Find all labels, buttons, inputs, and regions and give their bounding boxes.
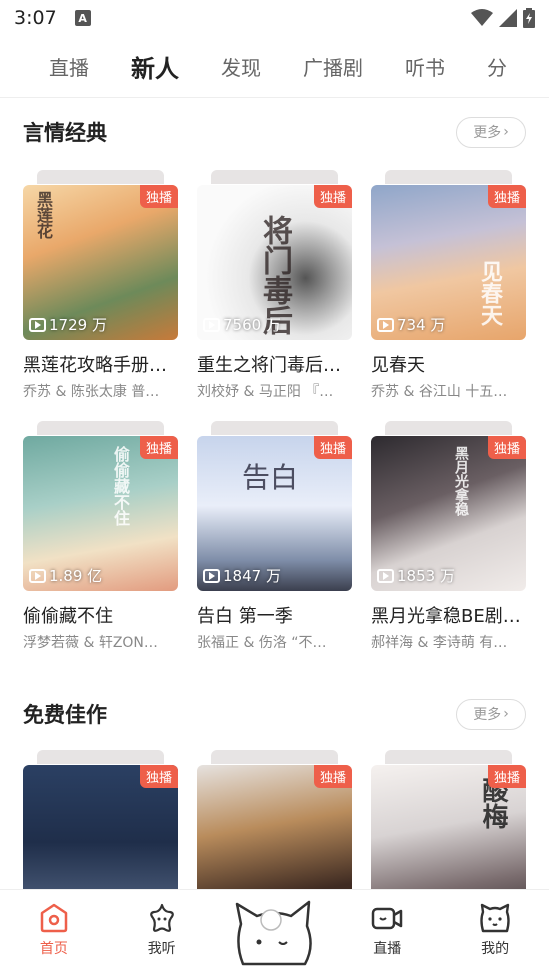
section-header-free: 免费佳作 更多 › — [0, 680, 549, 748]
drama-card[interactable]: 偷偷藏不住 独播 1.89 亿 偷偷藏不住 浮梦若薇 & 轩ZON… — [23, 421, 178, 652]
play-icon — [377, 568, 394, 583]
drama-card[interactable]: 见春天 独播 734 万 见春天 乔苏 & 谷江山 十五… — [371, 170, 526, 401]
star-icon — [149, 903, 174, 932]
cover-stack — [385, 750, 512, 764]
more-button[interactable]: 更多 › — [456, 698, 526, 730]
nav-live[interactable]: 直播 — [347, 902, 427, 958]
play-count-value: 1847 万 — [223, 567, 281, 585]
play-count: 7560 万 — [203, 314, 281, 335]
play-icon — [203, 317, 220, 332]
exclusive-badge: 独播 — [313, 765, 352, 788]
nav-label: 首页 — [39, 941, 68, 957]
home-icon — [40, 903, 68, 933]
card-subtitle: 张福正 & 伤洛 “不… — [197, 635, 327, 651]
exclusive-badge: 独播 — [487, 436, 526, 459]
more-button[interactable]: 更多 › — [456, 116, 526, 148]
more-label: 更多 — [473, 707, 502, 723]
battery-icon — [523, 8, 535, 28]
cover-stack — [385, 421, 512, 435]
cat-face-icon — [480, 903, 510, 933]
drama-card[interactable]: 告白 独播 1847 万 告白 第一季 张福正 & 伤洛 “不… — [197, 421, 352, 652]
section-header-romance: 言情经典 更多 › — [0, 98, 549, 166]
exclusive-badge: 独播 — [313, 185, 352, 208]
tab-radio-drama[interactable]: 广播剧 — [282, 52, 384, 81]
cover-stack — [37, 170, 164, 184]
play-icon — [203, 568, 220, 583]
cover-art-title: 偷偷藏不住 — [111, 446, 130, 526]
cat-mascot-icon — [236, 900, 313, 966]
drama-card[interactable]: 黑莲花 独播 1729 万 黑莲花攻略手册… 乔苏 & 陈张太康 普… — [23, 170, 178, 401]
cover-stack — [211, 750, 338, 764]
romance-grid: 黑莲花 独播 1729 万 黑莲花攻略手册… 乔苏 & 陈张太康 普… 将门毒后… — [0, 170, 549, 652]
nav-center-mascot[interactable] — [229, 894, 319, 969]
cover-art-title: 黑莲花 — [34, 191, 53, 239]
cover-art-title: 告白 — [242, 461, 299, 494]
exclusive-badge: 独播 — [487, 185, 526, 208]
nav-label: 我听 — [147, 941, 176, 957]
notification-a-icon: A — [74, 10, 91, 26]
card-subtitle: 刘校妤 & 马正阳 『… — [197, 384, 334, 400]
play-count: 734 万 — [377, 314, 445, 335]
exclusive-badge: 独播 — [487, 765, 526, 788]
cover-art-title: 见春天 — [477, 260, 503, 326]
nav-label: 直播 — [373, 941, 402, 957]
cover-stack — [37, 421, 164, 435]
tab-newcomer[interactable]: 新人 — [110, 49, 200, 84]
signal-icon — [499, 9, 517, 27]
card-title: 见春天 — [371, 355, 425, 376]
section-title: 言情经典 — [23, 121, 107, 145]
bottom-navigation: 首页 我听 直播 我的 — [0, 889, 549, 976]
play-icon — [29, 317, 46, 332]
section-title: 免费佳作 — [23, 703, 107, 727]
chevron-right-icon: › — [503, 706, 509, 722]
card-title: 重生之将门毒后… — [197, 355, 341, 376]
status-time: 3:07 — [14, 7, 57, 29]
play-count-value: 1853 万 — [397, 567, 455, 585]
play-count-value: 7560 万 — [223, 316, 281, 334]
drama-card[interactable]: 将门毒后 独播 7560 万 重生之将门毒后… 刘校妤 & 马正阳 『… — [197, 170, 352, 401]
nav-listen[interactable]: 我听 — [122, 902, 202, 958]
cover-stack — [385, 170, 512, 184]
nav-label: 我的 — [481, 941, 510, 957]
card-subtitle: 浮梦若薇 & 轩ZON… — [23, 635, 158, 651]
play-count: 1847 万 — [203, 565, 281, 586]
play-count-value: 734 万 — [397, 316, 446, 334]
play-count-value: 1729 万 — [49, 316, 107, 334]
play-icon — [377, 317, 394, 332]
card-subtitle: 郝祥海 & 李诗萌 有… — [371, 635, 508, 651]
tab-discover[interactable]: 发现 — [200, 52, 282, 81]
video-camera-icon — [372, 907, 403, 930]
exclusive-badge: 独播 — [313, 436, 352, 459]
card-title: 偷偷藏不住 — [23, 606, 113, 627]
cover-art-title: 黑月光拿稳 — [453, 446, 469, 516]
wifi-icon — [471, 9, 493, 26]
cover-stack — [37, 750, 164, 764]
tab-partial[interactable]: 分 — [466, 52, 528, 81]
play-count: 1.89 亿 — [29, 565, 102, 586]
card-subtitle: 乔苏 & 谷江山 十五… — [371, 384, 508, 400]
play-count: 1853 万 — [377, 565, 455, 586]
tab-live[interactable]: 直播 — [28, 52, 110, 81]
nav-home[interactable]: 首页 — [14, 902, 94, 958]
play-count: 1729 万 — [29, 314, 107, 335]
play-count-value: 1.89 亿 — [49, 567, 103, 585]
nav-mine[interactable]: 我的 — [455, 902, 535, 958]
card-title: 告白 第一季 — [197, 606, 293, 627]
cover-stack — [211, 170, 338, 184]
exclusive-badge: 独播 — [139, 436, 178, 459]
cover-stack — [211, 421, 338, 435]
exclusive-badge: 独播 — [139, 185, 178, 208]
more-label: 更多 — [473, 125, 502, 141]
category-tabs: 直播 新人 发现 广播剧 听书 分 — [0, 36, 549, 98]
card-title: 黑莲花攻略手册… — [23, 355, 167, 376]
card-title: 黑月光拿稳BE剧… — [371, 606, 521, 627]
play-icon — [29, 568, 46, 583]
status-bar: 3:07 A — [0, 0, 549, 36]
exclusive-badge: 独播 — [139, 765, 178, 788]
chevron-right-icon: › — [503, 124, 509, 140]
tab-audiobook[interactable]: 听书 — [384, 52, 466, 81]
card-subtitle: 乔苏 & 陈张太康 普… — [23, 384, 160, 400]
drama-card[interactable]: 黑月光拿稳 独播 1853 万 黑月光拿稳BE剧… 郝祥海 & 李诗萌 有… — [371, 421, 526, 652]
